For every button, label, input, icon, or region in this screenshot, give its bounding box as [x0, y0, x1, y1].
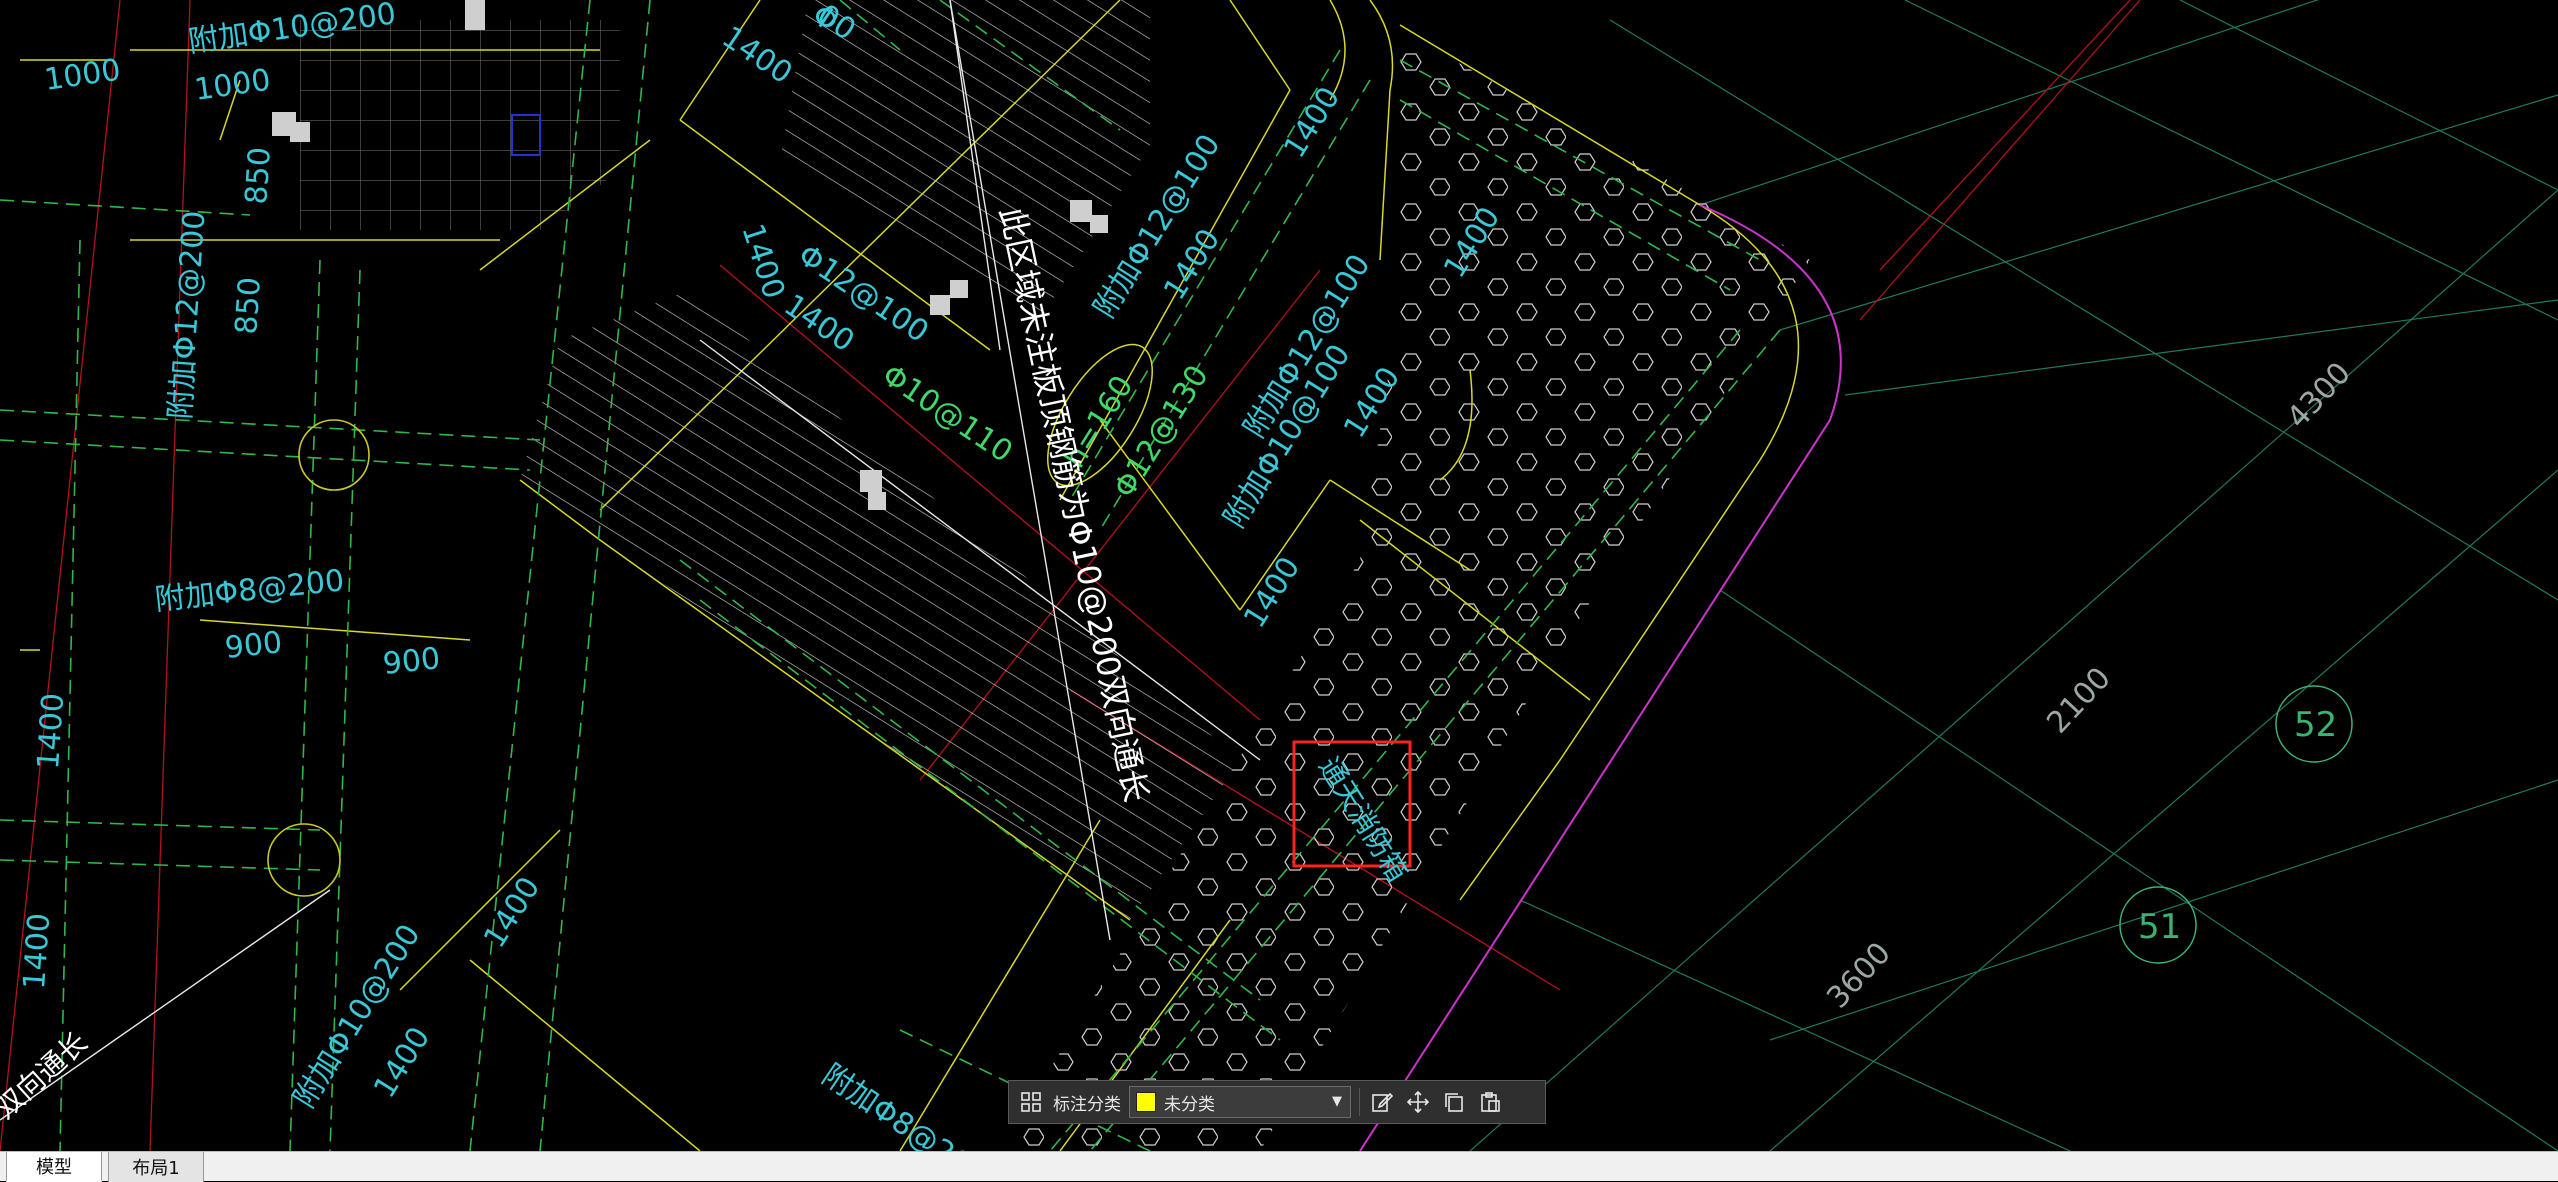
annotation-text: 1400	[367, 1021, 437, 1104]
annotation-text: 1400	[1237, 551, 1307, 634]
grid-icon[interactable]	[1017, 1088, 1045, 1116]
annotation-text: 1400	[17, 912, 57, 991]
tab-layout1[interactable]: 布局1	[108, 1152, 204, 1182]
annotation-text: 附加Φ12@200	[163, 210, 212, 421]
toolbar-divider	[1359, 1088, 1360, 1116]
edit-icon[interactable]	[1368, 1088, 1396, 1116]
annotation-text: 1400	[31, 692, 71, 771]
annotation-category-select[interactable]: 未分类 ▼	[1129, 1086, 1351, 1118]
annotation-text: 51	[2138, 907, 2181, 947]
annotation-text: 850	[239, 146, 278, 206]
copy-icon[interactable]	[1440, 1088, 1468, 1116]
annotation-toolbar: 标注分类 未分类 ▼	[1008, 1080, 1546, 1124]
annotation-text: 双向通长	[0, 1026, 94, 1125]
annotation-text: 900	[381, 641, 442, 682]
chevron-down-icon: ▼	[1332, 1094, 1342, 1109]
cad-drawing-canvas[interactable]: 附加Φ10@200 1000 1000 850 850 附加Φ12@200 附加…	[0, 0, 2558, 1151]
annotation-text: 1400	[477, 871, 547, 954]
annotation-text: 850	[229, 276, 268, 336]
category-select-value: 未分类	[1164, 1094, 1215, 1115]
hatched-slabs	[300, 0, 1240, 920]
tab-model[interactable]: 模型	[6, 1152, 102, 1182]
move-icon[interactable]	[1404, 1088, 1432, 1116]
annotation-text: 附加Φ8@200	[816, 1058, 993, 1151]
paste-icon[interactable]	[1476, 1088, 1504, 1116]
annotation-text: 3600	[1820, 936, 1898, 1016]
category-color-swatch	[1136, 1092, 1156, 1112]
annotation-text: 附加Φ8@200	[153, 563, 346, 618]
annotation-text: 4300	[2280, 356, 2358, 436]
annotation-text: 1000	[192, 63, 272, 108]
cad-drawing[interactable]: 附加Φ10@200 1000 1000 850 850 附加Φ12@200 附加…	[0, 0, 2558, 1151]
layout-tab-bar: 模型 布局1	[0, 1151, 2558, 1182]
annotation-text: 900	[223, 625, 284, 666]
annotation-text: 52	[2294, 705, 2337, 745]
annotation-text: 1400	[716, 20, 799, 92]
annotation-text: 2100	[2040, 661, 2118, 741]
annotation-category-label: 标注分类	[1053, 1094, 1121, 1115]
annotation-text: 1400	[734, 220, 791, 303]
